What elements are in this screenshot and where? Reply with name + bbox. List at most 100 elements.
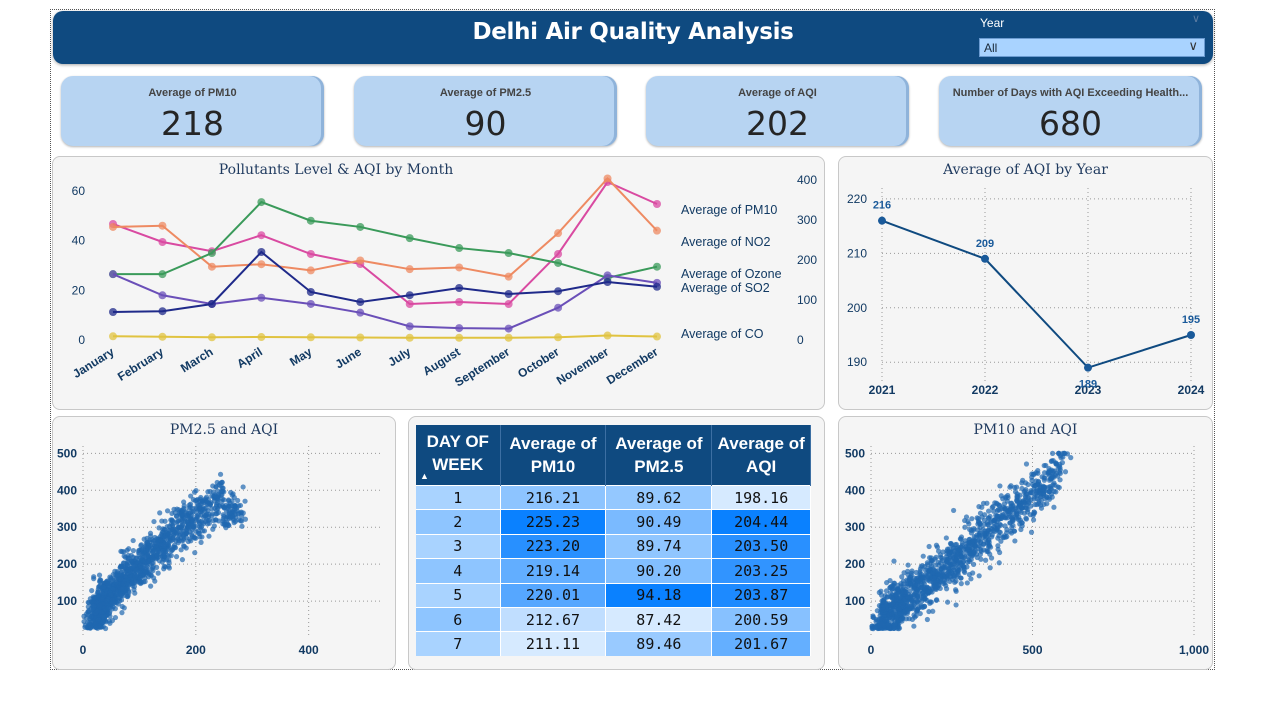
kpi-label: Average of AQI — [738, 87, 817, 99]
pm10-aqi-scatter[interactable]: 100 200 300 400 500 0 500 1,000 — [838, 416, 1213, 670]
scatter-point — [119, 610, 125, 616]
x-tick-label: May — [287, 344, 314, 368]
table-cell: 7 — [416, 631, 501, 656]
data-point — [653, 332, 661, 341]
slicer-collapse-icon[interactable]: ∨ — [1192, 12, 1200, 25]
data-point — [306, 266, 315, 275]
scatter-point — [219, 479, 225, 485]
scatter-point — [1013, 484, 1020, 490]
scatter-point — [230, 513, 236, 519]
y-tick-label: 220 — [847, 192, 867, 206]
table-cell: 94.18 — [605, 582, 713, 608]
scatter-point — [108, 592, 114, 598]
data-label: 195 — [1182, 314, 1200, 326]
data-point — [405, 333, 414, 342]
scatter-point — [125, 582, 131, 588]
kpi-card-pm10[interactable]: Average of PM10 218 — [61, 76, 324, 146]
y-tick-label: 500 — [845, 446, 865, 460]
y-tick-label: 210 — [847, 246, 867, 260]
scatter-point — [998, 538, 1004, 544]
table-row[interactable]: 3 223.20 89.74 203.50 — [416, 533, 811, 559]
scatter-point — [89, 587, 95, 594]
scatter-point — [1009, 518, 1015, 524]
scatter-point — [1004, 527, 1010, 533]
scatter-point — [996, 516, 1002, 523]
data-point — [504, 249, 513, 258]
x-tick-label: February — [115, 345, 166, 384]
legend-label: Average of CO — [681, 327, 764, 341]
yearly-aqi-chart[interactable]: 1902002102202021 2022 2023 2024216209189195 — [838, 156, 1213, 410]
scatter-point — [976, 573, 982, 579]
scatter-point — [977, 520, 983, 526]
table-row[interactable]: 6 212.67 87.42 200.59 — [416, 606, 811, 632]
y-right-tick-label: 300 — [797, 213, 817, 227]
kpi-card-aqi[interactable]: Average of AQI 202 — [646, 76, 909, 146]
data-point — [306, 250, 315, 258]
scatter-point — [1014, 512, 1020, 518]
scatter-point — [242, 498, 248, 504]
table-row[interactable]: 2 225.23 90.49 204.44 — [416, 509, 811, 535]
data-point — [455, 284, 464, 292]
scatter-point — [930, 608, 936, 614]
y-left-tick-label: 60 — [72, 184, 86, 198]
year-slicer-dropdown[interactable]: All ∨ — [979, 38, 1205, 57]
data-point — [504, 300, 513, 308]
scatter-point — [976, 504, 982, 510]
table-cell: 225.23 — [500, 509, 607, 535]
scatter-point — [995, 546, 1001, 552]
scatter-point — [138, 565, 144, 571]
table-row[interactable]: 4 219.14 90.20 203.25 — [416, 558, 811, 584]
column-header[interactable]: Average of PM2.5 — [605, 425, 713, 486]
scatter-point — [138, 555, 144, 561]
monthly-pollutants-chart[interactable]: 0 20 40 60 0 100 200 300 400 JanuaryFebruary March… — [52, 156, 825, 410]
scatter-point — [991, 518, 997, 524]
y-right-tick-label: 0 — [797, 333, 804, 347]
scatter-point — [891, 558, 897, 564]
scatter-point — [125, 555, 132, 561]
table-row[interactable]: 1 216.21 89.62 198.16 — [416, 484, 811, 510]
scatter-point — [1055, 465, 1061, 471]
chevron-down-icon[interactable]: ∨ — [1188, 39, 1198, 54]
table-cell: 203.25 — [711, 558, 811, 584]
scatter-point — [196, 517, 202, 524]
scatter-point — [1055, 473, 1061, 479]
scatter-point — [117, 598, 123, 604]
table-cell: 216.21 — [500, 484, 607, 510]
scatter-point — [985, 548, 991, 555]
scatter-point — [909, 599, 915, 605]
scatter-point — [958, 536, 964, 542]
dashboard-canvas: Delhi Air Quality Analysis Year ∨ All ∨ … — [0, 0, 1277, 726]
scatter-point — [130, 537, 136, 544]
table-row[interactable]: 7 211.11 89.46 201.67 — [416, 631, 811, 656]
column-header[interactable]: Average of PM10 — [500, 425, 607, 486]
data-point — [504, 290, 513, 298]
scatter-point — [1004, 534, 1010, 540]
column-header[interactable]: Average of AQI — [711, 425, 811, 486]
data-point — [158, 291, 167, 300]
scatter-point — [100, 584, 107, 590]
scatter-point — [1068, 455, 1074, 461]
scatter-point — [1008, 483, 1014, 489]
scatter-point — [132, 590, 138, 596]
data-point — [257, 231, 266, 240]
scatter-point — [200, 498, 206, 505]
kpi-label: Average of PM2.5 — [439, 87, 532, 99]
pm25-aqi-scatter[interactable]: 100 200 300 400 500 0 200 400 — [52, 416, 396, 670]
scatter-point — [912, 614, 918, 620]
day-of-week-table[interactable]: DAY OF WEEK ▲ Average of PM10 Average of … — [416, 425, 811, 656]
scatter-point — [189, 517, 195, 523]
scatter-point — [917, 570, 923, 577]
scatter-point — [878, 588, 884, 594]
kpi-card-pm25[interactable]: Average of PM2.5 90 — [354, 76, 617, 146]
table-row[interactable]: 5 220.01 94.18 203.87 — [416, 582, 811, 608]
scatter-point — [1047, 470, 1053, 476]
y-tick-label: 190 — [847, 355, 867, 369]
scatter-point — [113, 579, 119, 586]
y-left-tick-label: 40 — [72, 234, 86, 248]
scatter-point — [119, 548, 125, 555]
table-cell: 4 — [416, 558, 501, 584]
scatter-point — [172, 510, 178, 516]
kpi-card-unhealthy-days[interactable]: Number of Days with AQI Exceeding Health… — [939, 76, 1202, 146]
scatter-point — [99, 595, 105, 602]
column-header[interactable]: DAY OF WEEK ▲ — [416, 425, 501, 486]
